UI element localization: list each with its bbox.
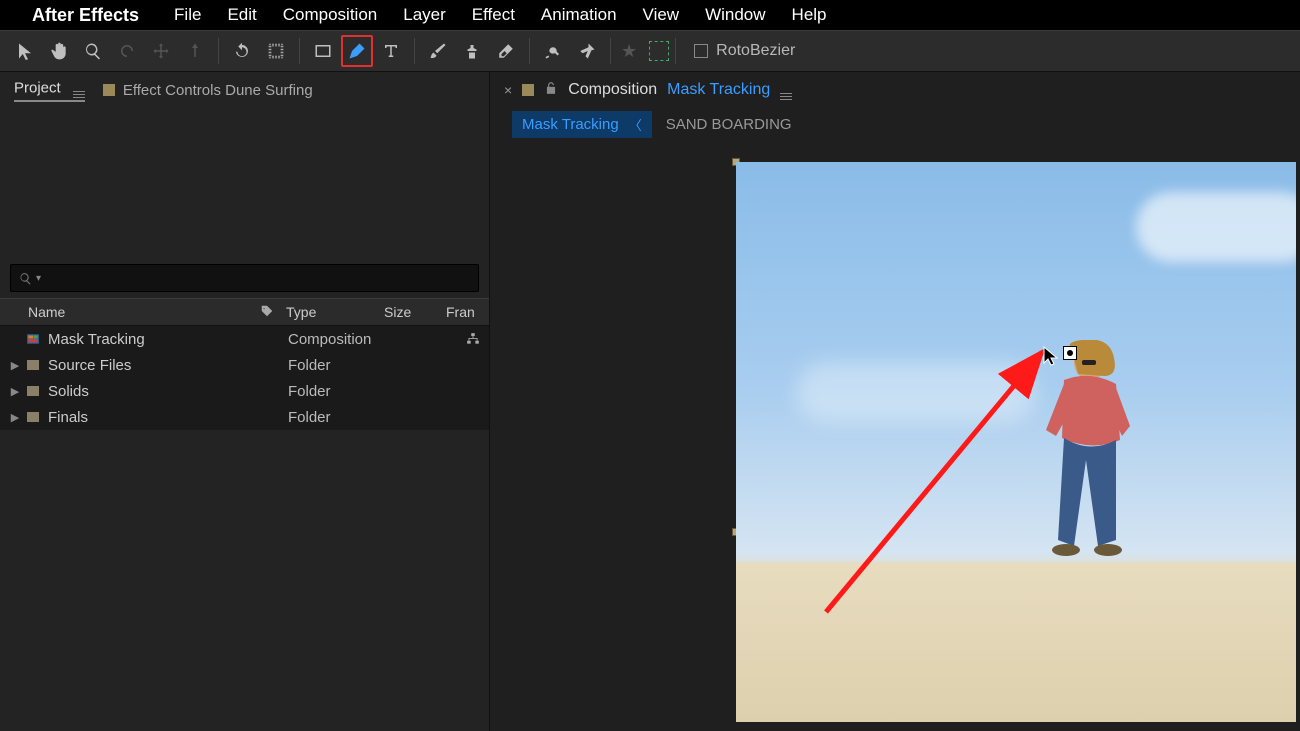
folder-icon <box>24 386 42 396</box>
breadcrumb-active-label: Mask Tracking <box>522 116 619 133</box>
pen-tool[interactable] <box>341 35 373 67</box>
favorite-icon[interactable]: ★ <box>621 41 637 62</box>
brush-tool[interactable] <box>422 35 454 67</box>
menu-help[interactable]: Help <box>779 5 840 25</box>
toolbar-separator <box>529 38 530 64</box>
tab-effect-controls-label: Effect Controls Dune Surfing <box>123 82 313 99</box>
project-row-comp[interactable]: Mask Tracking Composition <box>0 326 489 352</box>
menu-view[interactable]: View <box>630 5 693 25</box>
tab-effect-controls[interactable]: Effect Controls Dune Surfing <box>103 82 313 99</box>
row-type: Composition <box>288 331 386 348</box>
comp-breadcrumb: Mask Tracking 〈 SAND BOARDING <box>490 108 1300 140</box>
column-size[interactable]: Size <box>384 304 446 320</box>
main-toolbar: ★ RotoBezier <box>0 30 1300 72</box>
menu-composition[interactable]: Composition <box>270 5 391 25</box>
hand-tool[interactable] <box>43 35 75 67</box>
toolbar-separator <box>299 38 300 64</box>
menu-edit[interactable]: Edit <box>214 5 269 25</box>
column-tag[interactable] <box>260 304 286 321</box>
column-name[interactable]: Name <box>28 304 260 320</box>
project-panel-tabs: Project Effect Controls Dune Surfing <box>0 72 489 108</box>
breadcrumb-active[interactable]: Mask Tracking 〈 <box>512 111 652 138</box>
row-name: Finals <box>48 409 262 426</box>
toolbar-separator <box>218 38 219 64</box>
rectangle-tool[interactable] <box>307 35 339 67</box>
row-name: Mask Tracking <box>48 331 262 348</box>
clone-stamp-tool[interactable] <box>456 35 488 67</box>
composition-viewer[interactable] <box>490 140 1300 731</box>
eraser-tool[interactable] <box>490 35 522 67</box>
comp-name-link[interactable]: Mask Tracking <box>667 81 770 99</box>
annotation-arrow <box>806 332 1106 632</box>
pan-behind-tool[interactable] <box>145 35 177 67</box>
color-chip-icon <box>103 84 115 96</box>
footage-preview <box>736 162 1296 722</box>
folder-icon <box>24 412 42 422</box>
snapping-icon[interactable] <box>649 41 669 61</box>
comp-panel-tabs: × Composition Mask Tracking <box>490 72 1300 108</box>
mask-indicator-icon <box>1063 346 1077 360</box>
mask-tool[interactable] <box>260 35 292 67</box>
toolbar-separator <box>414 38 415 64</box>
column-type[interactable]: Type <box>286 304 384 320</box>
chevron-left-icon: 〈 <box>629 115 642 134</box>
row-name: Source Files <box>48 357 262 374</box>
disclosure-icon[interactable]: ▶ <box>6 359 24 372</box>
menu-window[interactable]: Window <box>692 5 778 25</box>
project-row-folder[interactable]: ▶ Source Files Folder <box>0 352 489 378</box>
selection-tool[interactable] <box>9 35 41 67</box>
project-search-input[interactable]: ▾ <box>10 264 479 292</box>
comp-label: Composition <box>568 81 657 99</box>
pen-cursor-icon <box>1043 346 1077 371</box>
breadcrumb-next[interactable]: SAND BOARDING <box>666 116 792 133</box>
roto-brush-tool[interactable] <box>537 35 569 67</box>
orbit-tool[interactable] <box>111 35 143 67</box>
project-row-folder[interactable]: ▶ Solids Folder <box>0 378 489 404</box>
row-name: Solids <box>48 383 262 400</box>
composition-icon <box>24 332 42 346</box>
disclosure-icon[interactable]: ▶ <box>6 411 24 424</box>
panel-menu-icon[interactable] <box>780 81 792 100</box>
anchor-tool[interactable] <box>179 35 211 67</box>
zoom-tool[interactable] <box>77 35 109 67</box>
search-icon <box>19 272 32 285</box>
menu-file[interactable]: File <box>161 5 214 25</box>
menu-layer[interactable]: Layer <box>390 5 459 25</box>
close-tab-icon[interactable]: × <box>504 82 512 98</box>
tab-project-label: Project <box>14 79 61 96</box>
rotobezier-label: RotoBezier <box>716 42 795 60</box>
type-tool[interactable] <box>375 35 407 67</box>
tab-project[interactable]: Project <box>14 79 85 102</box>
panel-menu-icon[interactable] <box>73 79 85 98</box>
row-type: Folder <box>288 357 386 374</box>
rotate-tool[interactable] <box>226 35 258 67</box>
project-row-folder[interactable]: ▶ Finals Folder <box>0 404 489 430</box>
workspace: Project Effect Controls Dune Surfing ▾ N… <box>0 72 1300 731</box>
project-columns-header: Name Type Size Fran <box>0 298 489 326</box>
menu-effect[interactable]: Effect <box>459 5 528 25</box>
app-name[interactable]: After Effects <box>32 5 139 26</box>
composition-panel: × Composition Mask Tracking Mask Trackin… <box>490 72 1300 731</box>
search-caret: ▾ <box>36 273 41 284</box>
row-type: Folder <box>288 409 386 426</box>
project-preview-area <box>0 108 489 258</box>
folder-icon <box>24 360 42 370</box>
toolbar-separator <box>675 38 676 64</box>
puppet-pin-tool[interactable] <box>571 35 603 67</box>
row-type: Folder <box>288 383 386 400</box>
toolbar-separator <box>610 38 611 64</box>
rotobezier-checkbox[interactable]: RotoBezier <box>694 42 795 60</box>
project-panel: Project Effect Controls Dune Surfing ▾ N… <box>0 72 490 731</box>
color-chip-icon <box>522 84 534 96</box>
project-item-list: Mask Tracking Composition ▶ Source Files… <box>0 326 489 430</box>
macos-menubar: After Effects File Edit Composition Laye… <box>0 0 1300 30</box>
menu-animation[interactable]: Animation <box>528 5 630 25</box>
footage-bounds <box>736 162 1296 722</box>
checkbox-icon <box>694 44 708 58</box>
flowchart-icon[interactable] <box>386 332 489 346</box>
column-fran[interactable]: Fran <box>446 304 489 320</box>
cloud <box>1136 192 1296 262</box>
lock-icon[interactable] <box>544 81 558 100</box>
disclosure-icon[interactable]: ▶ <box>6 385 24 398</box>
